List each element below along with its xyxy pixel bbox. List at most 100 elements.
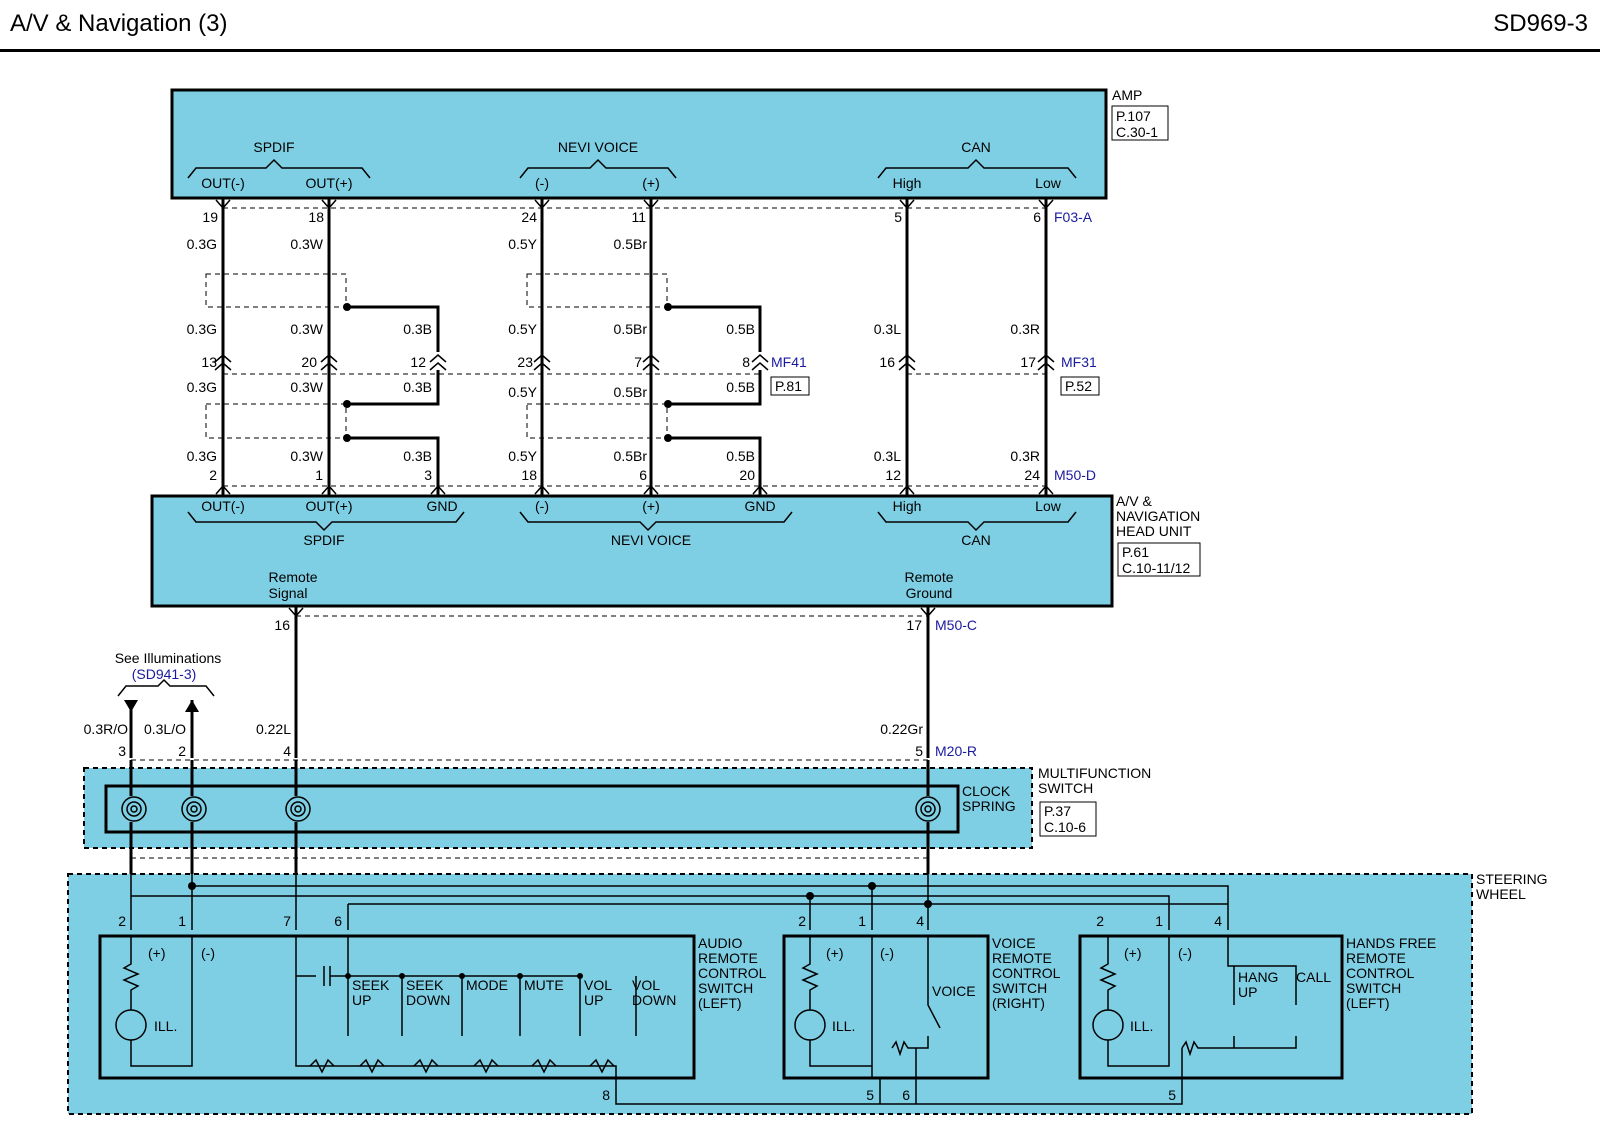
hu-spdif-gnd-label: GND (426, 498, 457, 514)
audio-switch-title-4: SWITCH (698, 980, 753, 996)
wire-label: 0.5B (726, 448, 755, 464)
hu-remote-signal-2: Signal (269, 585, 308, 601)
amp-pin-24: 24 (521, 209, 537, 225)
wire-label: 0.3B (403, 379, 432, 395)
amp-ref-connector: C.30-1 (1116, 124, 1158, 140)
m20r-pin-4: 4 (283, 743, 291, 759)
mf-pin-12: 12 (410, 354, 426, 370)
hu-pin-1: 1 (315, 467, 323, 483)
hu-pin-12: 12 (885, 467, 901, 483)
wire-label: 0.3L (874, 321, 901, 337)
vol-down-label-2: DOWN (632, 992, 676, 1008)
hu-remote-signal-1: Remote (268, 569, 317, 585)
wire-label: 0.5Y (508, 236, 537, 252)
illumination-reference: See Illuminations (115, 650, 222, 666)
hu-navi-plus-label: (+) (642, 498, 660, 514)
voice-pin-4: 4 (916, 913, 924, 929)
voice-plus-label: (+) (826, 945, 844, 961)
hf-switch-title-5: (LEFT) (1346, 995, 1390, 1011)
clock-spring-label-1: CLOCK (962, 783, 1011, 799)
hf-pin-4: 4 (1214, 913, 1222, 929)
call-label: CALL (1296, 969, 1331, 985)
seek-down-label-2: DOWN (406, 992, 450, 1008)
head-unit-to-mfs-wiring: 16 17 M50-C See Illuminations (SD941-3) … (84, 606, 977, 761)
voice-minus-label: (-) (880, 945, 894, 961)
m50c-pin-17: 17 (906, 617, 922, 633)
seek-down-label-1: SEEK (406, 977, 444, 993)
audio-ill-label: ILL. (154, 1018, 177, 1034)
mf-pin-16: 16 (879, 354, 895, 370)
wire-label: 0.5B (726, 321, 755, 337)
voice-ill-label: ILL. (832, 1018, 855, 1034)
audio-switch-title-1: AUDIO (698, 935, 742, 951)
voice-switch-title-4: SWITCH (992, 980, 1047, 996)
wire-label: 0.3L/O (144, 721, 186, 737)
audio-pin-2: 2 (118, 913, 126, 929)
amp-ref-page: P.107 (1116, 108, 1151, 124)
wire-label: 0.22L (256, 721, 291, 737)
mf-pin-17: 17 (1020, 354, 1036, 370)
wire-label: 0.3W (290, 321, 323, 337)
wire-label: 0.3G (187, 448, 217, 464)
voice-switch-title-1: VOICE (992, 935, 1036, 951)
wire-label: 0.5Y (508, 321, 537, 337)
vol-up-label-1: VOL (584, 977, 612, 993)
voice-pin-5: 5 (866, 1087, 874, 1103)
wire-label: 0.5Br (614, 384, 648, 400)
hu-pin-3: 3 (424, 467, 432, 483)
head-unit-name-2: NAVIGATION (1116, 508, 1200, 524)
connector-mf41: MF41 (771, 354, 807, 370)
wire-label: 0.5Br (614, 321, 648, 337)
amp-navi-minus-label: (-) (535, 175, 549, 191)
voice-pin-1: 1 (858, 913, 866, 929)
amp-out-plus-label: OUT(+) (305, 175, 352, 191)
m20r-pin-5: 5 (915, 743, 923, 759)
mute-label: MUTE (524, 977, 564, 993)
hu-out-plus-label: OUT(+) (305, 498, 352, 514)
connector-m20-r: M20-R (935, 743, 977, 759)
hf-pin-1: 1 (1155, 913, 1163, 929)
amp-spdif-label: SPDIF (253, 139, 294, 155)
wire-label: 0.3W (290, 236, 323, 252)
wire-label: 0.3G (187, 379, 217, 395)
hang-up-label-1: HANG (1238, 969, 1278, 985)
wire-label: 0.3L (874, 448, 901, 464)
seek-up-label-1: SEEK (352, 977, 390, 993)
head-unit: A/V & NAVIGATION HEAD UNIT P.61 C.10-11/… (150, 493, 1201, 608)
hu-navi-gnd-label: GND (744, 498, 775, 514)
voice-pin-2: 2 (798, 913, 806, 929)
mfs-ref-page: P.37 (1044, 803, 1071, 819)
seek-up-label-2: UP (352, 992, 371, 1008)
voice-switch-title-5: (RIGHT) (992, 995, 1045, 1011)
voice-button-label: VOICE (932, 983, 976, 999)
hu-navi-label: NEVI VOICE (611, 532, 691, 548)
wire-label: 0.3G (187, 321, 217, 337)
amp-can-label: CAN (961, 139, 991, 155)
mfs-name-1: MULTIFUNCTION (1038, 765, 1151, 781)
hang-up-label-2: UP (1238, 984, 1257, 1000)
m20r-pin-2: 2 (178, 743, 186, 759)
mf-pin-7: 7 (634, 354, 642, 370)
vol-up-label-2: UP (584, 992, 603, 1008)
hu-pin-24: 24 (1024, 467, 1040, 483)
connector-mf31-ref: P.52 (1065, 378, 1092, 394)
hf-pin-2: 2 (1096, 913, 1104, 929)
amp-pin-6: 6 (1033, 209, 1041, 225)
amp-name: AMP (1112, 87, 1142, 103)
hu-remote-ground-1: Remote (904, 569, 953, 585)
mf-pin-20: 20 (301, 354, 317, 370)
audio-plus-label: (+) (148, 945, 166, 961)
hu-pin-2: 2 (209, 467, 217, 483)
vol-down-label-1: VOL (632, 977, 660, 993)
head-unit-ref-connector: C.10-11/12 (1122, 560, 1190, 576)
audio-switch-title-3: CONTROL (698, 965, 767, 981)
m20r-pin-3: 3 (118, 743, 126, 759)
steering-wheel-name-2: WHEEL (1476, 886, 1526, 902)
connector-m50-d: M50-D (1054, 467, 1096, 483)
hf-pin-5: 5 (1168, 1087, 1176, 1103)
clock-spring-label-2: SPRING (962, 798, 1016, 814)
voice-switch-title-2: REMOTE (992, 950, 1052, 966)
connector-f03-a: F03-A (1054, 209, 1093, 225)
hu-out-minus-label: OUT(-) (201, 498, 245, 514)
wire-label: 0.5Br (614, 236, 648, 252)
